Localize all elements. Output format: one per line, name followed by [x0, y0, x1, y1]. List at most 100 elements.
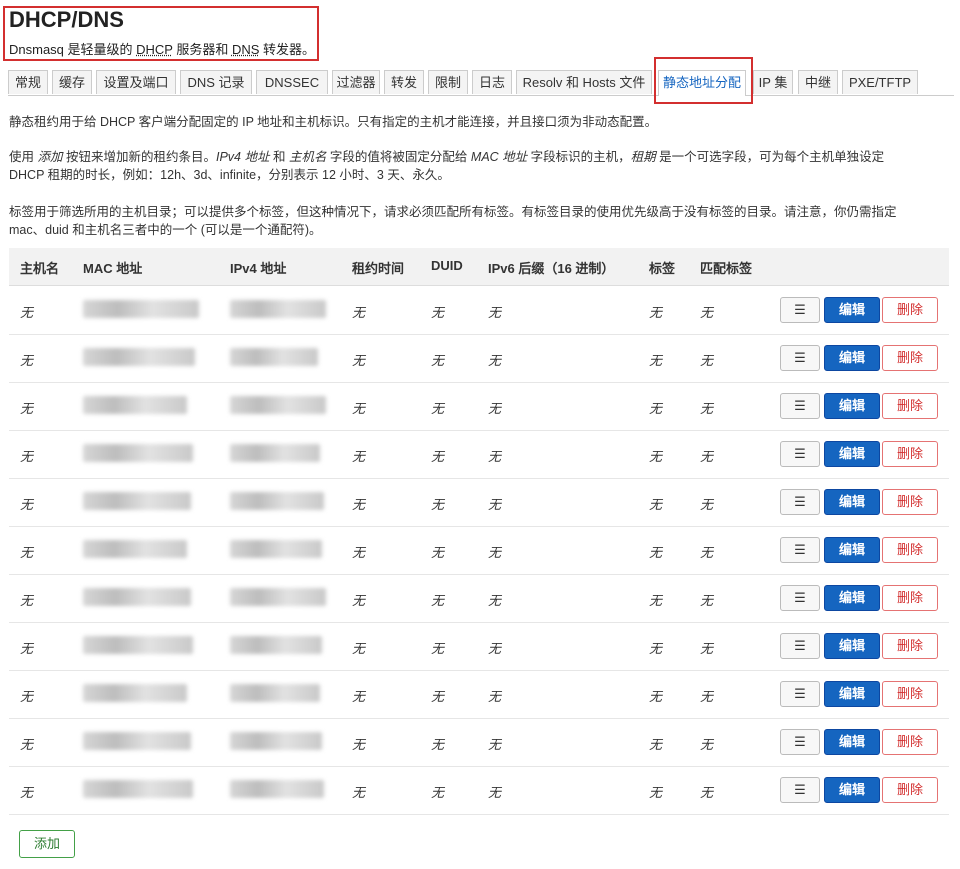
- cell-hostname: 无: [20, 305, 34, 320]
- edit-button[interactable]: 编辑: [824, 345, 880, 371]
- table-row: 无 无 无 无 无 无 ☰ 编辑 删除: [9, 526, 949, 575]
- delete-button[interactable]: 删除: [882, 681, 938, 707]
- delete-button[interactable]: 删除: [882, 297, 938, 323]
- tab-resolv-hosts[interactable]: Resolv 和 Hosts 文件: [516, 70, 652, 94]
- redacted-ipv4: [230, 780, 324, 798]
- active-tab-highlight-box: [654, 57, 753, 104]
- edit-button[interactable]: 编辑: [824, 681, 880, 707]
- edit-button[interactable]: 编辑: [824, 585, 880, 611]
- row-menu-button[interactable]: ☰: [780, 777, 820, 803]
- col-ipv4: IPv4 地址: [230, 261, 287, 276]
- redacted-mac: [83, 396, 187, 414]
- row-menu-button[interactable]: ☰: [780, 633, 820, 659]
- col-hostname: 主机名: [20, 261, 60, 276]
- cell-hostname: 无: [20, 641, 34, 656]
- cell-lease-time: 无: [352, 497, 366, 512]
- col-mac: MAC 地址: [83, 261, 143, 276]
- tab-dnssec[interactable]: DNSSEC: [256, 70, 328, 94]
- cell-match-tag: 无: [700, 497, 714, 512]
- delete-button[interactable]: 删除: [882, 585, 938, 611]
- desc-text: 和: [269, 150, 289, 164]
- redacted-mac: [83, 540, 187, 558]
- delete-button[interactable]: 删除: [882, 345, 938, 371]
- tab-pxe-tftp[interactable]: PXE/TFTP: [842, 70, 918, 94]
- delete-button[interactable]: 删除: [882, 729, 938, 755]
- edit-button[interactable]: 编辑: [824, 729, 880, 755]
- add-button[interactable]: 添加: [19, 830, 75, 858]
- table-row: 无 无 无 无 无 无 ☰ 编辑 删除: [9, 718, 949, 767]
- row-menu-button[interactable]: ☰: [780, 537, 820, 563]
- row-menu-button[interactable]: ☰: [780, 681, 820, 707]
- cell-ipv6-suffix: 无: [488, 785, 502, 800]
- tab-dns-records[interactable]: DNS 记录: [180, 70, 252, 94]
- cell-lease-time: 无: [352, 449, 366, 464]
- tab-relay[interactable]: 中继: [798, 70, 838, 94]
- row-menu-button[interactable]: ☰: [780, 489, 820, 515]
- desc-text: 标签用于筛选所用的主机目录；可以提供多个标签，但这种情况下，请求必须匹配所有标签…: [9, 205, 897, 219]
- tab-cache[interactable]: 缓存: [52, 70, 92, 94]
- cell-hostname: 无: [20, 593, 34, 608]
- redacted-mac: [83, 636, 193, 654]
- delete-button[interactable]: 删除: [882, 393, 938, 419]
- cell-ipv6-suffix: 无: [488, 545, 502, 560]
- desc-add-term: 添加: [37, 150, 63, 164]
- cell-hostname: 无: [20, 689, 34, 704]
- edit-button[interactable]: 编辑: [824, 297, 880, 323]
- edit-button[interactable]: 编辑: [824, 633, 880, 659]
- delete-button[interactable]: 删除: [882, 633, 938, 659]
- col-duid: DUID: [431, 258, 463, 273]
- redacted-mac: [83, 588, 191, 606]
- cell-lease-time: 无: [352, 689, 366, 704]
- row-menu-button[interactable]: ☰: [780, 729, 820, 755]
- delete-button[interactable]: 删除: [882, 489, 938, 515]
- table-row: 无 无 无 无 无 无 ☰ 编辑 删除: [9, 622, 949, 671]
- cell-lease-time: 无: [352, 737, 366, 752]
- row-menu-button[interactable]: ☰: [780, 297, 820, 323]
- tab-general[interactable]: 常规: [8, 70, 48, 94]
- delete-button[interactable]: 删除: [882, 537, 938, 563]
- tab-settings-ports[interactable]: 设置及端口: [96, 70, 176, 94]
- desc-ipv4-term: IPv4 地址: [215, 150, 270, 164]
- tab-bar: 常规 缓存 设置及端口 DNS 记录 DNSSEC 过滤器 转发 限制 日志 R…: [8, 70, 954, 96]
- row-menu-button[interactable]: ☰: [780, 393, 820, 419]
- tab-limits[interactable]: 限制: [428, 70, 468, 94]
- cell-match-tag: 无: [700, 545, 714, 560]
- desc-hostname-term: 主机名: [288, 150, 327, 164]
- row-menu-button[interactable]: ☰: [780, 585, 820, 611]
- tab-log[interactable]: 日志: [472, 70, 512, 94]
- cell-ipv6-suffix: 无: [488, 737, 502, 752]
- redacted-mac: [83, 684, 187, 702]
- redacted-ipv4: [230, 348, 318, 366]
- cell-duid: 无: [431, 737, 445, 752]
- col-ipv6-suffix: IPv6 后缀（16 进制）: [488, 261, 615, 276]
- tab-forward[interactable]: 转发: [384, 70, 424, 94]
- col-match-tag: 匹配标签: [700, 261, 753, 276]
- tab-ipset[interactable]: IP 集: [753, 70, 793, 94]
- cell-lease-time: 无: [352, 353, 366, 368]
- row-menu-button[interactable]: ☰: [780, 345, 820, 371]
- edit-button[interactable]: 编辑: [824, 537, 880, 563]
- delete-button[interactable]: 删除: [882, 441, 938, 467]
- delete-button[interactable]: 删除: [882, 777, 938, 803]
- cell-match-tag: 无: [700, 785, 714, 800]
- cell-lease-time: 无: [352, 785, 366, 800]
- cell-match-tag: 无: [700, 737, 714, 752]
- cell-hostname: 无: [20, 737, 34, 752]
- edit-button[interactable]: 编辑: [824, 393, 880, 419]
- redacted-ipv4: [230, 396, 326, 414]
- cell-tag: 无: [649, 545, 663, 560]
- cell-lease-time: 无: [352, 401, 366, 416]
- row-menu-button[interactable]: ☰: [780, 441, 820, 467]
- cell-duid: 无: [431, 593, 445, 608]
- tab-filters[interactable]: 过滤器: [332, 70, 380, 94]
- cell-lease-time: 无: [352, 593, 366, 608]
- desc-text: 使用: [9, 150, 38, 164]
- edit-button[interactable]: 编辑: [824, 489, 880, 515]
- cell-duid: 无: [431, 689, 445, 704]
- redacted-ipv4: [230, 684, 320, 702]
- cell-hostname: 无: [20, 545, 34, 560]
- edit-button[interactable]: 编辑: [824, 441, 880, 467]
- cell-duid: 无: [431, 545, 445, 560]
- edit-button[interactable]: 编辑: [824, 777, 880, 803]
- redacted-mac: [83, 780, 193, 798]
